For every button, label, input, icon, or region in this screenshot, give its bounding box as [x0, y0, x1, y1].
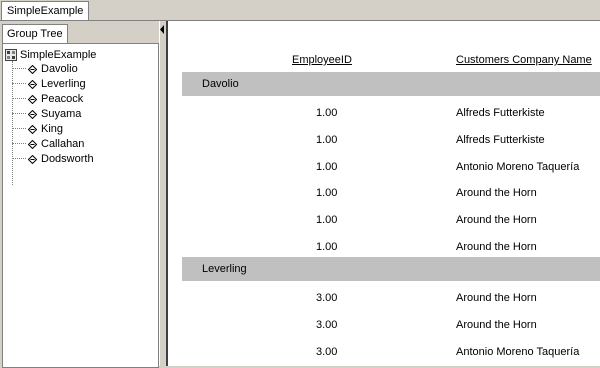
tab-group-tree[interactable]: Group Tree — [2, 24, 68, 43]
group-header-davolio: Davolio — [182, 72, 600, 96]
tree-item-label: Leverling — [41, 78, 86, 90]
company-name-cell: Around the Horn — [456, 319, 537, 331]
tree-item-label: King — [41, 123, 64, 135]
employee-id-cell: 3.00 — [316, 319, 338, 331]
tree-item-label: Davolio — [41, 63, 78, 75]
employee-id-cell: 1.00 — [316, 241, 338, 253]
tree-item-label: Dodsworth — [41, 153, 94, 165]
tree-item-leverling[interactable]: Leverling — [12, 77, 86, 91]
company-name-cell: Antonio Moreno Taquería — [456, 161, 580, 173]
group-node-icon — [28, 64, 37, 74]
tab-simpleexample[interactable]: SimpleExample — [1, 1, 90, 20]
tree-item-label: Callahan — [41, 138, 85, 150]
group-node-icon — [28, 139, 37, 149]
employee-id-cell: 3.00 — [316, 292, 338, 304]
tree-item-peacock[interactable]: Peacock — [12, 92, 83, 106]
group-label: Leverling — [202, 263, 247, 275]
report-preview: EmployeeID Customers Company Name Davoli… — [166, 21, 600, 366]
company-name-cell: Around the Horn — [456, 292, 537, 304]
column-header-employeeid: EmployeeID — [292, 54, 352, 66]
employee-id-cell: 1.00 — [316, 161, 338, 173]
group-node-icon — [28, 154, 37, 164]
document-tabstrip: SimpleExample — [0, 0, 600, 21]
tree-item-king[interactable]: King — [12, 122, 63, 136]
tree-item-callahan[interactable]: Callahan — [12, 137, 84, 151]
tree-item-label: Peacock — [41, 93, 84, 105]
company-name-cell: Around the Horn — [456, 241, 537, 253]
group-node-icon — [28, 94, 37, 104]
group-node-icon — [28, 124, 37, 134]
group-label: Davolio — [202, 78, 239, 90]
group-header-leverling: Leverling — [182, 257, 600, 281]
company-name-cell: Around the Horn — [456, 187, 537, 199]
group-tree: SimpleExample Davolio Leverling Peacock … — [2, 43, 159, 368]
collapse-arrow-icon[interactable] — [160, 25, 165, 34]
employee-id-cell: 1.00 — [316, 214, 338, 226]
group-tree-pane: Group Tree SimpleExample Davolio Leverli… — [0, 21, 159, 368]
group-node-icon — [28, 79, 37, 89]
tree-item-suyama[interactable]: Suyama — [12, 107, 81, 121]
tree-item-label: Suyama — [41, 108, 82, 120]
employee-id-cell: 1.00 — [316, 134, 338, 146]
company-name-cell: Alfreds Futterkiste — [456, 107, 545, 119]
group-node-icon — [28, 109, 37, 119]
employee-id-cell: 3.00 — [316, 346, 338, 358]
tree-root-label: SimpleExample — [20, 49, 97, 61]
tree-item-dodsworth[interactable]: Dodsworth — [12, 152, 94, 166]
employee-id-cell: 1.00 — [316, 187, 338, 199]
employee-id-cell: 1.00 — [316, 107, 338, 119]
tree-root-item[interactable]: SimpleExample — [5, 48, 96, 62]
report-root-icon — [5, 49, 17, 61]
tree-item-davolio[interactable]: Davolio — [12, 62, 78, 76]
company-name-cell: Around the Horn — [456, 214, 537, 226]
company-name-cell: Alfreds Futterkiste — [456, 134, 545, 146]
company-name-cell: Antonio Moreno Taquería — [456, 346, 580, 358]
column-header-company-name: Customers Company Name — [456, 54, 592, 66]
